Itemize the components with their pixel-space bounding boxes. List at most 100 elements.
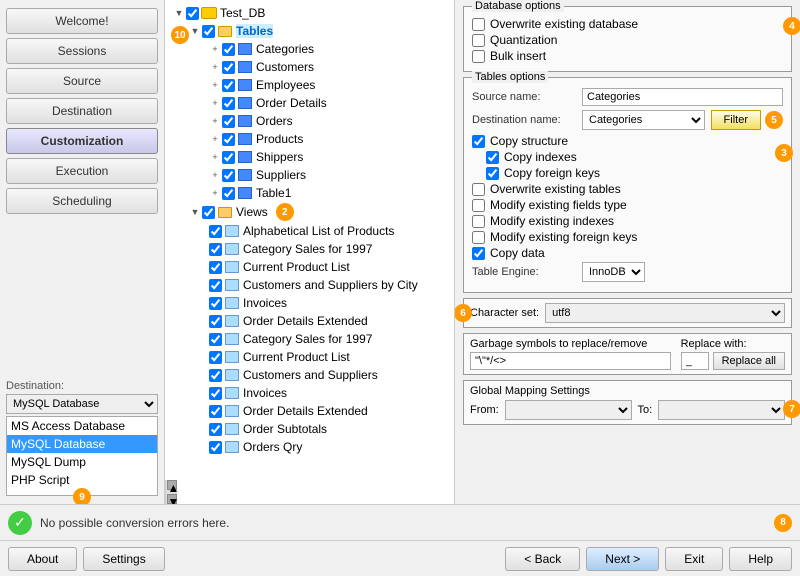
- expand-suppliers[interactable]: +: [209, 169, 221, 181]
- checkbox-products[interactable]: [222, 133, 235, 146]
- tree-item-employees[interactable]: + Employees: [169, 76, 450, 94]
- dest-name-select[interactable]: Categories: [582, 110, 705, 130]
- checkbox-view10[interactable]: [209, 387, 222, 400]
- listbox-item-phpscript[interactable]: PHP Script: [7, 471, 157, 489]
- tree-item-view3[interactable]: Current Product List: [169, 258, 450, 276]
- source-name-input[interactable]: [582, 88, 783, 106]
- about-button[interactable]: About: [8, 547, 77, 571]
- checkbox-view5[interactable]: [209, 297, 222, 310]
- checkbox-view4[interactable]: [209, 279, 222, 292]
- expand-employees[interactable]: +: [209, 79, 221, 91]
- expand-tables[interactable]: ▼: [189, 25, 201, 37]
- sidebar-btn-scheduling[interactable]: Scheduling: [6, 188, 158, 214]
- checkbox-view11[interactable]: [209, 405, 222, 418]
- destination-listbox[interactable]: MS Access Database MySQL Database MySQL …: [6, 416, 158, 496]
- checkbox-customers[interactable]: [222, 61, 235, 74]
- checkbox-view13[interactable]: [209, 441, 222, 454]
- tree-item-view7[interactable]: Category Sales for 1997: [169, 330, 450, 348]
- tree-item-view2[interactable]: Category Sales for 1997: [169, 240, 450, 258]
- tree-item-products[interactable]: + Products: [169, 130, 450, 148]
- listbox-item-msaccess[interactable]: MS Access Database: [7, 417, 157, 435]
- tree-item-view13[interactable]: Orders Qry: [169, 438, 450, 456]
- checkbox-copy-data[interactable]: [472, 247, 485, 260]
- tree-scroll[interactable]: ▼ Test_DB ▼ Tables + Categorie: [165, 0, 454, 480]
- tree-item-orders[interactable]: + Orders: [169, 112, 450, 130]
- checkbox-view9[interactable]: [209, 369, 222, 382]
- checkbox-table1[interactable]: [222, 187, 235, 200]
- sidebar-btn-sessions[interactable]: Sessions: [6, 38, 158, 64]
- checkbox-copy-structure[interactable]: [472, 135, 485, 148]
- tree-item-view5[interactable]: Invoices: [169, 294, 450, 312]
- checkbox-copy-indexes[interactable]: [486, 151, 499, 164]
- mapping-to-select[interactable]: [658, 400, 785, 420]
- sidebar-btn-destination[interactable]: Destination: [6, 98, 158, 124]
- expand-categories[interactable]: +: [209, 43, 221, 55]
- expand-views[interactable]: ▼: [189, 206, 201, 218]
- replace-all-btn[interactable]: Replace all: [713, 352, 785, 370]
- checkbox-view6[interactable]: [209, 315, 222, 328]
- mapping-from-select[interactable]: [505, 400, 632, 420]
- listbox-item-mysqldump[interactable]: MySQL Dump: [7, 453, 157, 471]
- checkbox-orderdetails[interactable]: [222, 97, 235, 110]
- checkbox-view7[interactable]: [209, 333, 222, 346]
- destination-select[interactable]: MySQL Database MS Access Database MySQL …: [6, 394, 158, 414]
- expand-table1[interactable]: +: [209, 187, 221, 199]
- tree-item-view8[interactable]: Current Product List: [169, 348, 450, 366]
- tree-views-folder[interactable]: ▼ Views 2: [169, 202, 450, 222]
- checkbox-modify-fk[interactable]: [472, 231, 485, 244]
- replace-input[interactable]: [681, 352, 709, 370]
- checkbox-categories[interactable]: [222, 43, 235, 56]
- scrollbar-down[interactable]: ▼: [167, 494, 177, 504]
- next-button[interactable]: Next >: [586, 547, 659, 571]
- sidebar-btn-customization[interactable]: Customization: [6, 128, 158, 154]
- expand-orderdetails[interactable]: +: [209, 97, 221, 109]
- garbage-input[interactable]: [470, 352, 671, 370]
- checkbox-modify-fields[interactable]: [472, 199, 485, 212]
- filter-button[interactable]: Filter: [711, 110, 761, 130]
- sidebar-btn-source[interactable]: Source: [6, 68, 158, 94]
- checkbox-orders[interactable]: [222, 115, 235, 128]
- exit-button[interactable]: Exit: [665, 547, 723, 571]
- tree-item-customers[interactable]: + Customers: [169, 58, 450, 76]
- expand-orders[interactable]: +: [209, 115, 221, 127]
- checkbox-quantization[interactable]: [472, 34, 485, 47]
- checkbox-view1[interactable]: [209, 225, 222, 238]
- tree-item-view1[interactable]: Alphabetical List of Products: [169, 222, 450, 240]
- checkbox-root[interactable]: [186, 7, 199, 20]
- checkbox-copy-fk[interactable]: [486, 167, 499, 180]
- tree-root[interactable]: ▼ Test_DB: [169, 4, 450, 22]
- checkbox-suppliers[interactable]: [222, 169, 235, 182]
- checkbox-views[interactable]: [202, 206, 215, 219]
- checkbox-view3[interactable]: [209, 261, 222, 274]
- checkbox-modify-indexes[interactable]: [472, 215, 485, 228]
- expand-root[interactable]: ▼: [173, 7, 185, 19]
- tree-item-shippers[interactable]: + Shippers: [169, 148, 450, 166]
- tree-item-view11[interactable]: Order Details Extended: [169, 402, 450, 420]
- tree-item-view9[interactable]: Customers and Suppliers: [169, 366, 450, 384]
- tree-item-view12[interactable]: Order Subtotals: [169, 420, 450, 438]
- tree-item-view6[interactable]: Order Details Extended: [169, 312, 450, 330]
- tree-item-categories[interactable]: + Categories: [169, 40, 450, 58]
- help-button[interactable]: Help: [729, 547, 792, 571]
- listbox-item-mysql[interactable]: MySQL Database: [7, 435, 157, 453]
- sidebar-btn-execution[interactable]: Execution: [6, 158, 158, 184]
- tree-item-orderdetails[interactable]: + Order Details: [169, 94, 450, 112]
- table-engine-select[interactable]: InnoDB: [582, 262, 645, 282]
- tree-item-view10[interactable]: Invoices: [169, 384, 450, 402]
- sidebar-btn-welcome[interactable]: Welcome!: [6, 8, 158, 34]
- back-button[interactable]: < Back: [505, 547, 580, 571]
- checkbox-overwrite-tables[interactable]: [472, 183, 485, 196]
- tree-item-suppliers[interactable]: + Suppliers: [169, 166, 450, 184]
- checkbox-overwrite-db[interactable]: [472, 18, 485, 31]
- checkbox-view12[interactable]: [209, 423, 222, 436]
- settings-button[interactable]: Settings: [83, 547, 164, 571]
- checkbox-shippers[interactable]: [222, 151, 235, 164]
- expand-shippers[interactable]: +: [209, 151, 221, 163]
- checkbox-view2[interactable]: [209, 243, 222, 256]
- expand-customers[interactable]: +: [209, 61, 221, 73]
- checkbox-view8[interactable]: [209, 351, 222, 364]
- scrollbar-up[interactable]: ▲: [167, 480, 177, 490]
- checkbox-tables[interactable]: [202, 25, 215, 38]
- checkbox-employees[interactable]: [222, 79, 235, 92]
- expand-products[interactable]: +: [209, 133, 221, 145]
